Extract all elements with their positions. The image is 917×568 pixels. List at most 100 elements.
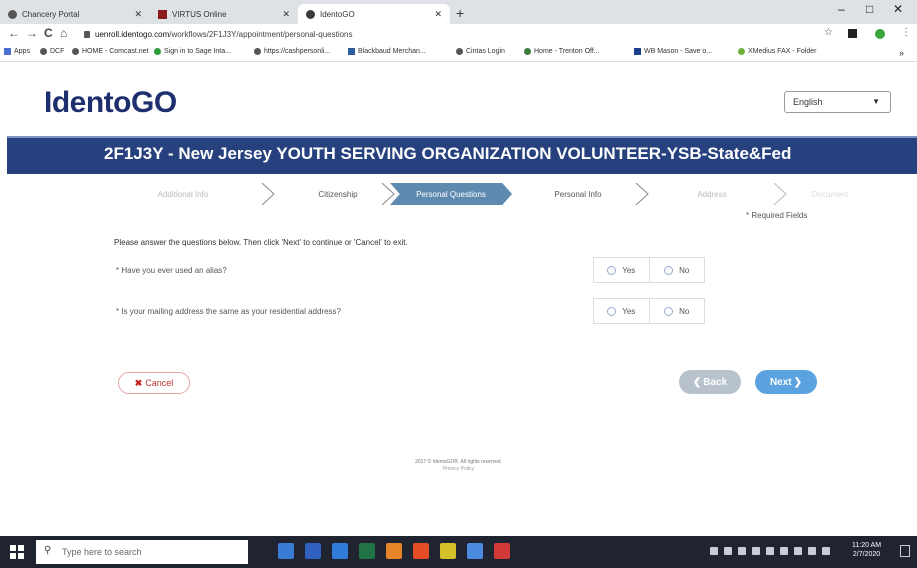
radio-icon[interactable] xyxy=(664,265,674,275)
bookmark-item[interactable]: XMedius FAX - Folder xyxy=(738,48,816,55)
mailing-yes-option[interactable]: Yes xyxy=(594,299,649,323)
next-label: Next xyxy=(769,376,792,388)
radio-icon[interactable] xyxy=(664,306,674,316)
language-indicator-icon[interactable] xyxy=(822,547,830,555)
bookmark-item[interactable]: DCF xyxy=(40,48,64,55)
xmedius-icon xyxy=(738,48,745,55)
close-window-button[interactable]: ✕ xyxy=(893,2,903,16)
taskbar-app-icon[interactable] xyxy=(440,543,456,559)
mailing-address-radio-group: Yes No xyxy=(593,298,705,324)
chevron-right-icon: ❯ xyxy=(793,376,803,388)
back-button[interactable]: ❮ Back xyxy=(679,370,741,394)
tab-chancery-portal[interactable]: Chancery Portal ✕ xyxy=(0,4,150,24)
tab-close-icon[interactable]: ✕ xyxy=(282,9,290,20)
cancel-label: Cancel xyxy=(145,378,174,388)
tab-close-icon[interactable]: ✕ xyxy=(134,9,142,20)
taskbar-app-icon[interactable] xyxy=(386,543,402,559)
identogo-icon xyxy=(306,9,315,19)
tab-close-icon[interactable]: ✕ xyxy=(434,9,442,20)
radio-icon[interactable] xyxy=(607,265,617,275)
taskbar-app-icon[interactable] xyxy=(467,543,483,559)
bookmark-item[interactable]: Cintas Login xyxy=(456,48,505,55)
bookmark-label: Sign in to Sage Inta... xyxy=(164,48,231,55)
chevron-down-icon: ▼ xyxy=(872,97,880,106)
chevron-left-icon: ❮ xyxy=(692,376,702,388)
tab-identogo[interactable]: IdentoGO ✕ xyxy=(298,4,450,24)
tray-icon[interactable] xyxy=(738,547,746,555)
apps-grid-icon xyxy=(4,48,11,55)
bookmark-label: WB Mason - Save o... xyxy=(644,48,713,55)
taskbar-clock[interactable]: 11:20 AM 2/7/2020 xyxy=(852,541,881,559)
radio-icon[interactable] xyxy=(607,306,617,316)
reload-button[interactable]: C xyxy=(44,26,53,40)
taskbar-app-icon[interactable] xyxy=(494,543,510,559)
bookmark-item[interactable]: HOME - Comcast.net xyxy=(72,48,149,55)
forward-nav-button[interactable]: → xyxy=(26,26,38,40)
taskbar-app-icon[interactable] xyxy=(278,543,294,559)
language-value: English xyxy=(793,97,823,107)
question-alias: * Have you ever used an alias? xyxy=(116,266,227,275)
extension-icon[interactable] xyxy=(848,29,857,38)
url-path: /workflows/2F1J3Y/appointment/personal-q… xyxy=(169,29,353,39)
tray-icon[interactable] xyxy=(710,547,718,555)
star-icon[interactable]: ☆ xyxy=(824,27,833,38)
instructions-text: Please answer the questions below. Then … xyxy=(114,238,408,247)
maximize-button[interactable]: □ xyxy=(866,2,873,16)
step-separator-icon xyxy=(773,183,787,205)
minimize-button[interactable]: – xyxy=(838,2,845,16)
bookmark-item[interactable]: Sign in to Sage Inta... xyxy=(154,48,231,55)
trenton-icon xyxy=(524,48,531,55)
tab-virtus-online[interactable]: VIRTUS Online ✕ xyxy=(150,4,298,24)
option-label: Yes xyxy=(622,306,636,316)
step-additional-info: Additional Info xyxy=(157,189,209,199)
tray-icon[interactable] xyxy=(724,547,732,555)
new-tab-button[interactable]: + xyxy=(456,5,464,21)
bookmark-item[interactable]: Blackbaud Merchan... xyxy=(348,48,426,55)
bookmarks-overflow-button[interactable]: » xyxy=(899,48,904,58)
search-icon: ⚲ xyxy=(44,545,52,556)
step-document: Document xyxy=(811,189,849,199)
globe-icon xyxy=(8,9,17,19)
tray-icon[interactable] xyxy=(752,547,760,555)
bookmark-item[interactable]: WB Mason - Save o... xyxy=(634,48,712,55)
sage-icon xyxy=(154,48,161,55)
windows-start-icon[interactable] xyxy=(10,545,24,559)
taskbar-app-icon[interactable] xyxy=(359,543,375,559)
step-separator-icon xyxy=(635,183,649,205)
bookmarks-bar: Apps DCF HOME - Comcast.net Sign in to S… xyxy=(0,44,917,62)
home-button[interactable]: ⌂ xyxy=(60,26,67,40)
close-icon: ✖ xyxy=(134,377,143,388)
taskbar-search-input[interactable]: ⚲ Type here to search xyxy=(36,540,248,564)
volume-icon[interactable] xyxy=(808,547,816,555)
language-select[interactable]: English ▼ xyxy=(784,91,891,113)
alias-no-option[interactable]: No xyxy=(648,258,705,282)
search-placeholder: Type here to search xyxy=(62,547,142,557)
taskbar-app-icon[interactable] xyxy=(305,543,321,559)
network-icon[interactable] xyxy=(794,547,802,555)
identogo-logo[interactable]: IdentoGO xyxy=(44,86,177,120)
cancel-button[interactable]: ✖ Cancel xyxy=(118,372,190,394)
taskbar-app-icon[interactable] xyxy=(413,543,429,559)
profile-icon[interactable] xyxy=(875,29,885,39)
service-title: 2F1J3Y - New Jersey YOUTH SERVING ORGANI… xyxy=(104,144,792,163)
address-bar[interactable]: uenroll.identogo.com/workflows/2F1J3Y/ap… xyxy=(84,27,824,41)
alias-yes-option[interactable]: Yes xyxy=(594,258,649,282)
bookmark-item[interactable]: Apps xyxy=(4,48,30,55)
mailing-no-option[interactable]: No xyxy=(648,299,705,323)
taskbar-app-icon[interactable] xyxy=(332,543,348,559)
step-separator-icon xyxy=(261,183,275,205)
notifications-icon[interactable] xyxy=(900,545,910,557)
step-personal-info: Personal Info xyxy=(554,189,602,199)
bookmark-item[interactable]: https://cashpersonli... xyxy=(254,48,330,55)
bookmark-label: HOME - Comcast.net xyxy=(82,48,149,55)
footer-privacy-link[interactable]: Privacy Policy xyxy=(0,466,917,472)
tab-title: Chancery Portal xyxy=(22,9,80,19)
menu-kebab-icon[interactable]: ⋮ xyxy=(901,27,911,38)
tray-icon[interactable] xyxy=(766,547,774,555)
back-label: Back xyxy=(703,376,728,388)
globe-icon xyxy=(72,48,79,55)
bookmark-item[interactable]: Home - Trenton Off... xyxy=(524,48,600,55)
back-nav-button[interactable]: ← xyxy=(8,26,20,40)
next-button[interactable]: Next ❯ xyxy=(755,370,817,394)
tray-icon[interactable] xyxy=(780,547,788,555)
